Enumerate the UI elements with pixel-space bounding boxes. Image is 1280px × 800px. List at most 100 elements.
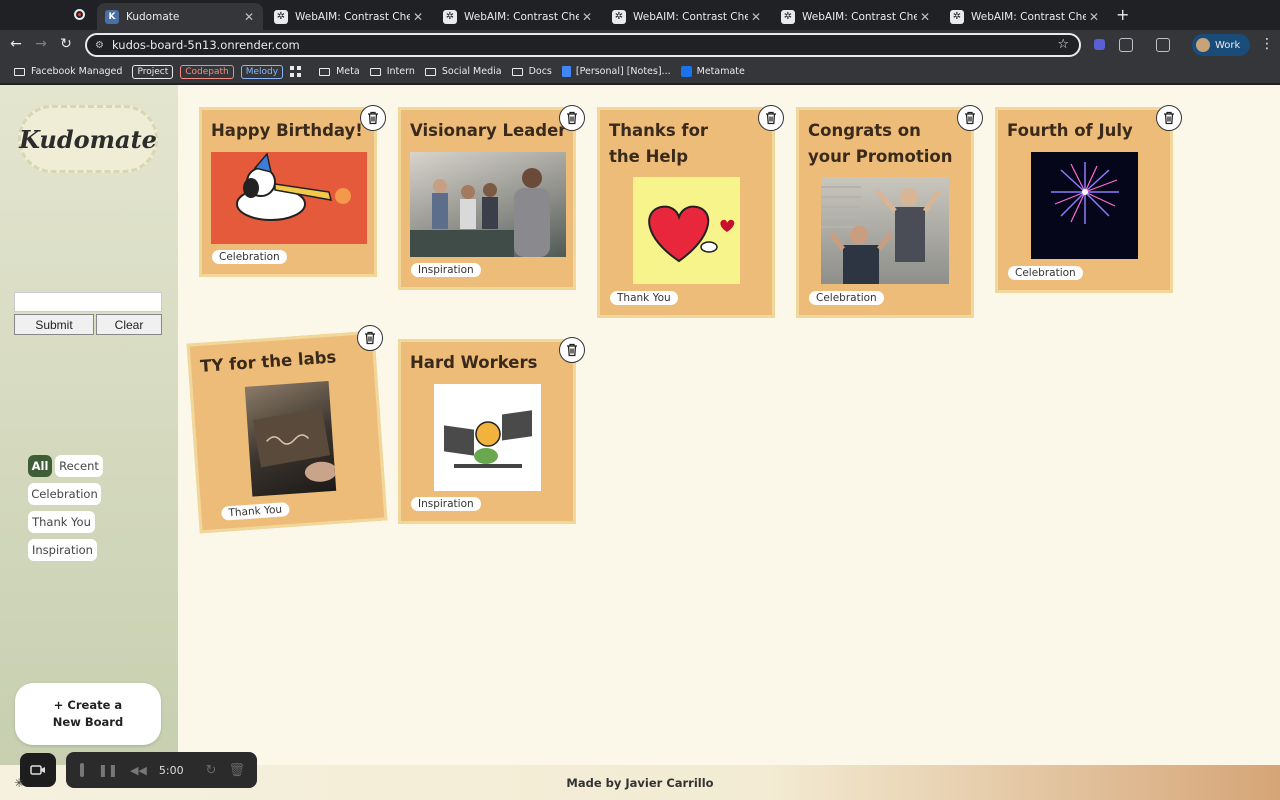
trash-icon (567, 343, 577, 357)
browser-tab-bar: K Kudomate ✕ ✲ WebAIM: Contrast Checker … (0, 0, 1280, 30)
bookmark-label: Intern (386, 66, 415, 77)
filter-inspiration[interactable]: Inspiration (28, 539, 97, 561)
board-category-tag: Celebration (1008, 266, 1083, 280)
webaim-favicon-icon: ✲ (950, 9, 964, 24)
app-logo: Kudomate (18, 105, 158, 173)
bookmark-label: Facebook Managed (31, 66, 123, 77)
trash-icon (368, 111, 378, 125)
kudomate-app: Kudomate Submit Clear All Recent Celebra… (0, 85, 1280, 800)
new-tab-button[interactable]: + (1116, 5, 1129, 24)
tab-title: WebAIM: Contrast Checker (295, 10, 410, 23)
bookmark-melody[interactable]: Melody (240, 64, 284, 79)
bookmark-project[interactable]: Project (132, 64, 174, 79)
board-card[interactable]: Thanks for the Help Thank You (597, 107, 775, 318)
apps-grid-icon[interactable] (290, 66, 302, 77)
bookmark-meta[interactable]: Meta (319, 66, 360, 77)
board-card[interactable]: Congrats on your Promotion Celebration (796, 107, 974, 318)
board-card[interactable]: Fourth of July Celebration (995, 107, 1173, 293)
bookmark-codepath[interactable]: Codepath (180, 64, 234, 79)
close-tab-icon[interactable]: ✕ (241, 10, 257, 24)
trash-icon (766, 111, 776, 125)
board-title: Happy Birthday! (211, 121, 363, 140)
delete-board-button[interactable] (957, 105, 983, 131)
board-card[interactable]: Happy Birthday! Celebration (199, 107, 377, 277)
close-tab-icon[interactable]: ✕ (1086, 10, 1102, 24)
stop-recording-button[interactable] (80, 763, 84, 777)
side-panel-icon[interactable] (1156, 38, 1170, 52)
sidebar: Kudomate Submit Clear All Recent Celebra… (0, 85, 178, 765)
clear-button[interactable]: Clear (96, 314, 162, 335)
bookmark-label: Meta (336, 66, 360, 77)
forward-arrow-icon[interactable]: → (32, 36, 50, 52)
board-title: Congrats on your Promotion (808, 121, 953, 166)
reload-icon[interactable]: ↻ (57, 36, 75, 52)
extensions-puzzle-icon[interactable] (1119, 38, 1133, 52)
heart-gif (633, 177, 740, 284)
bookmark-label: Metamate (696, 66, 745, 77)
filter-thank-you[interactable]: Thank You (28, 511, 95, 533)
delete-board-button[interactable] (559, 337, 585, 363)
delete-board-button[interactable] (758, 105, 784, 131)
close-tab-icon[interactable]: ✕ (410, 10, 426, 24)
snoopy-party-gif (211, 152, 367, 244)
restart-icon[interactable]: ↻ (206, 763, 217, 778)
profile-button[interactable]: Work (1192, 34, 1250, 56)
tab-title: WebAIM: Contrast Checker (464, 10, 579, 23)
bookmark-intern[interactable]: Intern (369, 66, 415, 77)
kudomate-favicon-icon: K (105, 9, 119, 24)
site-info-icon[interactable]: ⚙ (95, 40, 104, 51)
tab-kudomate[interactable]: K Kudomate ✕ (97, 3, 263, 30)
tab-webaim-1[interactable]: ✲ WebAIM: Contrast Checker ✕ (266, 3, 432, 30)
tab-webaim-2[interactable]: ✲ WebAIM: Contrast Checker ✕ (435, 3, 601, 30)
browser-menu-icon[interactable]: ⋮ (1260, 36, 1274, 52)
camera-toggle-button[interactable] (20, 753, 56, 787)
search-input[interactable] (14, 292, 162, 312)
webaim-favicon-icon: ✲ (612, 9, 626, 24)
board-card[interactable]: Hard Workers Inspiration (398, 339, 576, 524)
create-board-button[interactable]: + Create a New Board (15, 683, 161, 745)
camera-icon (30, 765, 45, 775)
tab-webaim-5[interactable]: ✲ WebAIM: Contrast Checker ✕ (942, 3, 1108, 30)
delete-board-button[interactable] (1156, 105, 1182, 131)
back-arrow-icon[interactable]: ← (7, 36, 25, 52)
folder-icon (424, 67, 436, 76)
rewind-icon[interactable]: ◀◀ (130, 764, 147, 777)
filter-all[interactable]: All (28, 455, 52, 477)
office-celebration-gif (821, 177, 949, 284)
board-category-tag: Inspiration (411, 497, 481, 511)
tab-webaim-4[interactable]: ✲ WebAIM: Contrast Checker ✕ (773, 3, 939, 30)
recording-indicator-icon (74, 9, 85, 20)
bookmark-docs[interactable]: Docs (511, 66, 552, 77)
filter-celebration[interactable]: Celebration (28, 483, 101, 505)
browser-toolbar: ← → ↻ ⚙ kudos-board-5n13.onrender.com ☆ … (0, 30, 1280, 60)
address-bar[interactable]: ⚙ kudos-board-5n13.onrender.com ☆ (85, 33, 1081, 57)
folder-icon (319, 67, 331, 76)
bookmark-notes[interactable]: [Personal] [Notes]... (561, 66, 671, 77)
board-card[interactable]: TY for the labs Thank You (186, 330, 388, 534)
extension-icon[interactable] (1094, 39, 1105, 50)
bookmark-facebook[interactable]: Facebook Managed (14, 66, 122, 77)
board-card[interactable]: Visionary Leader Inspiration (398, 107, 576, 290)
bookmark-star-icon[interactable]: ☆ (1057, 37, 1069, 52)
close-tab-icon[interactable]: ✕ (917, 10, 933, 24)
submit-button[interactable]: Submit (14, 314, 94, 335)
filter-recent[interactable]: Recent (55, 455, 103, 477)
bookmarks-bar: Facebook Managed Project Codepath Melody… (0, 60, 1280, 84)
office-team-photo (410, 152, 566, 257)
tab-webaim-3[interactable]: ✲ WebAIM: Contrast Checker ✕ (604, 3, 770, 30)
fireworks-gif (1031, 152, 1138, 259)
delete-board-button[interactable] (559, 105, 585, 131)
recording-timer: 5:00 (158, 763, 184, 777)
board-category-tag: Thank You (221, 502, 290, 521)
folder-icon (14, 67, 25, 76)
pause-icon[interactable]: ❚❚ (98, 763, 118, 777)
bookmark-social-media[interactable]: Social Media (424, 66, 502, 77)
close-tab-icon[interactable]: ✕ (748, 10, 764, 24)
close-tab-icon[interactable]: ✕ (579, 10, 595, 24)
tab-title: WebAIM: Contrast Checker (633, 10, 748, 23)
bookmark-metamate[interactable]: Metamate (680, 66, 745, 77)
delete-board-button[interactable] (360, 105, 386, 131)
board-title: Visionary Leader (410, 121, 567, 140)
delete-board-button[interactable] (357, 325, 383, 351)
discard-trash-icon[interactable]: 🗑 (228, 763, 245, 778)
